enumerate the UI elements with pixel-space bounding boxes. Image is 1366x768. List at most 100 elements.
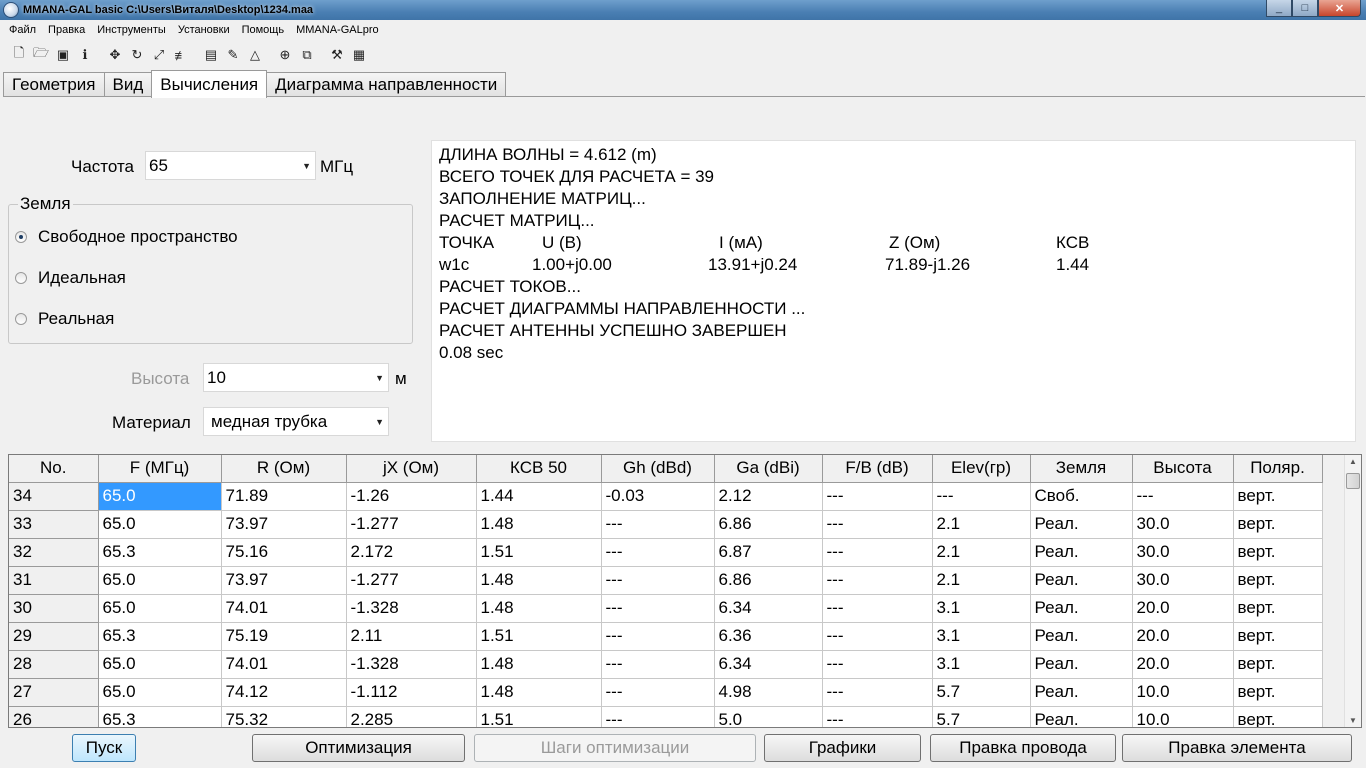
cell-polar[interactable]: верт. <box>1233 482 1323 511</box>
cell-polar[interactable]: верт. <box>1233 622 1323 651</box>
edit-element-button[interactable]: Правка элемента <box>1122 734 1352 762</box>
cell-ga[interactable]: 6.87 <box>714 538 823 567</box>
cell-ground[interactable]: Реал. <box>1030 706 1133 727</box>
cell-ga[interactable]: 4.98 <box>714 678 823 707</box>
cell-fb[interactable]: --- <box>822 482 933 511</box>
vertical-scrollbar[interactable]: ▲ ▼ <box>1344 455 1361 727</box>
radio-real[interactable]: Реальная <box>15 309 114 329</box>
cell-ga[interactable]: 5.0 <box>714 706 823 727</box>
cell-no[interactable]: 27 <box>9 678 99 707</box>
save-icon[interactable]: ▣ <box>52 44 74 66</box>
cell-ground[interactable]: Реал. <box>1030 678 1133 707</box>
tab-view[interactable]: Вид <box>103 72 153 97</box>
menu-edit[interactable]: Правка <box>42 24 91 36</box>
col-header-ga[interactable]: Ga (dBi) <box>714 455 823 483</box>
table-row[interactable]: 32 65.3 75.16 2.172 1.51 --- 6.87 --- 2.1 Реал. 30… <box>9 538 1323 567</box>
cell-fb[interactable]: --- <box>822 566 933 595</box>
cell-r[interactable]: 75.19 <box>221 622 347 651</box>
cell-polar[interactable]: верт. <box>1233 650 1323 679</box>
table-row[interactable]: 29 65.3 75.19 2.11 1.51 --- 6.36 --- 3.1 Реал. 20.… <box>9 622 1323 651</box>
cell-no[interactable]: 34 <box>9 482 99 511</box>
cell-polar[interactable]: верт. <box>1233 566 1323 595</box>
cell-ga[interactable]: 6.86 <box>714 566 823 595</box>
radio-ideal[interactable]: Идеальная <box>15 268 126 288</box>
cell-freq[interactable]: 65.3 <box>98 622 222 651</box>
menu-file[interactable]: Файл <box>3 24 42 36</box>
optimization-steps-button[interactable]: Шаги оптимизации <box>474 734 756 762</box>
comment-icon[interactable]: ✎ <box>222 44 244 66</box>
cell-gh[interactable]: --- <box>601 566 715 595</box>
col-header-swr[interactable]: КСВ 50 <box>476 455 602 483</box>
cell-elev[interactable]: 3.1 <box>932 650 1031 679</box>
cell-r[interactable]: 74.01 <box>221 650 347 679</box>
graphs-button[interactable]: Графики <box>764 734 921 762</box>
chevron-down-icon[interactable]: ▼ <box>375 417 384 427</box>
col-header-r[interactable]: R (Ом) <box>221 455 347 483</box>
cell-elev[interactable]: 2.1 <box>932 510 1031 539</box>
cell-height[interactable]: 20.0 <box>1132 650 1234 679</box>
cell-r[interactable]: 71.89 <box>221 482 347 511</box>
calculator-icon[interactable]: ▦ <box>348 44 370 66</box>
new-file-icon[interactable]: 🗋 <box>8 44 30 66</box>
cell-fb[interactable]: --- <box>822 678 933 707</box>
radio-icon[interactable] <box>15 313 27 325</box>
cell-height[interactable]: 20.0 <box>1132 594 1234 623</box>
cell-swr[interactable]: 1.48 <box>476 678 602 707</box>
cell-r[interactable]: 75.32 <box>221 706 347 727</box>
radio-icon[interactable] <box>15 272 27 284</box>
cell-freq[interactable]: 65.3 <box>98 706 222 727</box>
cell-gh[interactable]: --- <box>601 622 715 651</box>
cell-swr[interactable]: 1.51 <box>476 538 602 567</box>
scale-icon[interactable]: ⤢ <box>148 44 170 66</box>
cell-height[interactable]: 30.0 <box>1132 510 1234 539</box>
cell-fb[interactable]: --- <box>822 706 933 727</box>
rotate-icon[interactable]: ↻ <box>126 44 148 66</box>
table-row[interactable]: 30 65.0 74.01 -1.328 1.48 --- 6.34 --- 3.1 Реал. 2… <box>9 594 1323 623</box>
cell-swr[interactable]: 1.48 <box>476 594 602 623</box>
tools-icon[interactable]: ⚒ <box>326 44 348 66</box>
cell-freq[interactable]: 65.0 <box>98 566 222 595</box>
cell-swr[interactable]: 1.51 <box>476 706 602 727</box>
chevron-down-icon[interactable]: ▼ <box>302 161 311 171</box>
cell-height[interactable]: 10.0 <box>1132 706 1234 727</box>
cell-gh[interactable]: --- <box>601 678 715 707</box>
cell-gh[interactable]: --- <box>601 706 715 727</box>
cell-height[interactable]: 10.0 <box>1132 678 1234 707</box>
cell-ga[interactable]: 6.34 <box>714 650 823 679</box>
cell-no[interactable]: 33 <box>9 510 99 539</box>
edit-wire-button[interactable]: Правка провода <box>930 734 1116 762</box>
cell-r[interactable]: 73.97 <box>221 510 347 539</box>
cell-polar[interactable]: верт. <box>1233 538 1323 567</box>
cell-swr[interactable]: 1.48 <box>476 650 602 679</box>
table-row[interactable]: 33 65.0 73.97 -1.277 1.48 --- 6.86 --- 2.1 Реал. 3… <box>9 510 1323 539</box>
cell-height[interactable]: 30.0 <box>1132 538 1234 567</box>
minimize-button[interactable]: _ <box>1266 0 1292 17</box>
chevron-down-icon[interactable]: ▼ <box>375 373 384 383</box>
cell-no[interactable]: 31 <box>9 566 99 595</box>
height-combo[interactable]: 10 ▼ <box>203 363 389 392</box>
cell-no[interactable]: 26 <box>9 706 99 727</box>
col-header-no[interactable]: No. <box>9 455 99 483</box>
cell-no[interactable]: 28 <box>9 650 99 679</box>
col-header-gh[interactable]: Gh (dBd) <box>601 455 715 483</box>
cell-ga[interactable]: 2.12 <box>714 482 823 511</box>
maximize-button[interactable]: □ <box>1292 0 1318 17</box>
cell-swr[interactable]: 1.51 <box>476 622 602 651</box>
cell-ground[interactable]: Реал. <box>1030 510 1133 539</box>
cell-jx[interactable]: -1.328 <box>346 594 477 623</box>
cell-elev[interactable]: 5.7 <box>932 706 1031 727</box>
scroll-up-icon[interactable]: ▲ <box>1349 457 1357 466</box>
cell-height[interactable]: 30.0 <box>1132 566 1234 595</box>
scroll-thumb[interactable] <box>1346 473 1360 489</box>
cell-gh[interactable]: --- <box>601 510 715 539</box>
cell-freq[interactable]: 65.0 <box>98 510 222 539</box>
cell-r[interactable]: 73.97 <box>221 566 347 595</box>
wire-edit-icon[interactable]: ≢ <box>170 44 192 66</box>
cell-elev[interactable]: 2.1 <box>932 538 1031 567</box>
cell-swr[interactable]: 1.48 <box>476 510 602 539</box>
col-header-height[interactable]: Высота <box>1132 455 1234 483</box>
close-button[interactable]: ✕ <box>1318 0 1361 17</box>
cell-jx[interactable]: 2.11 <box>346 622 477 651</box>
cell-no[interactable]: 32 <box>9 538 99 567</box>
cell-no[interactable]: 30 <box>9 594 99 623</box>
